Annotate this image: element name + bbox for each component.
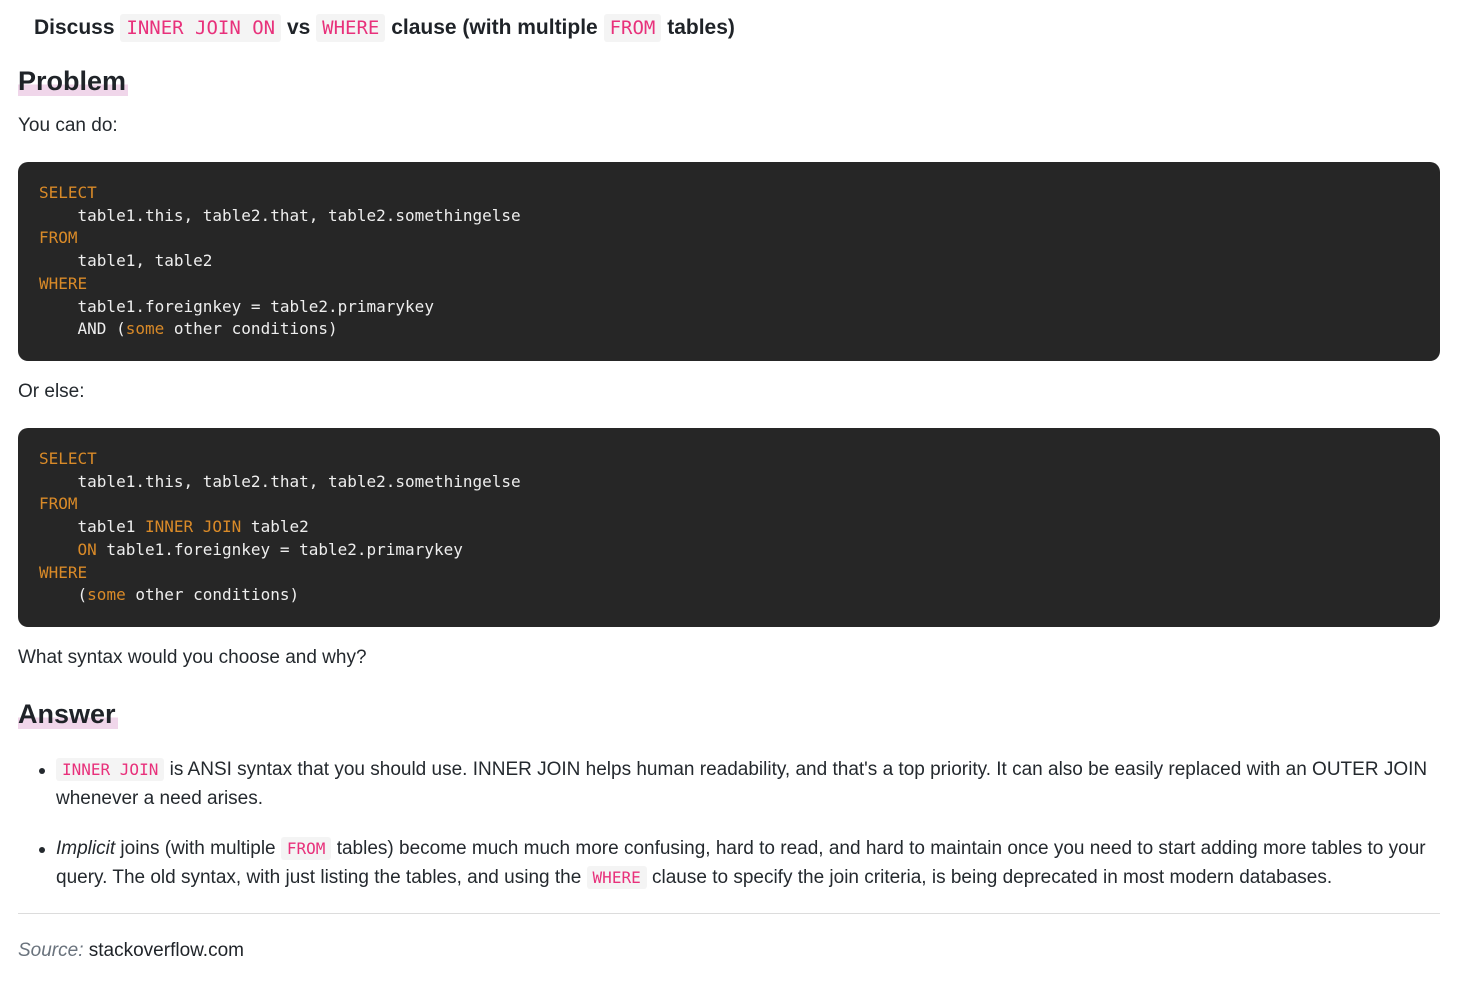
code-keyword: INNER JOIN [144,517,242,537]
inline-code: FROM [603,14,662,42]
or-else-text: Or else: [18,381,85,402]
code-line: table1.this, table2.that, table2.somethi… [39,205,521,225]
inline-code: FROM [280,837,332,860]
code-keyword: FROM [39,494,78,514]
code-line: table1.foreignkey = table2.primarykey [39,296,434,316]
list-item: INNER JOIN is ANSI syntax that you shoul… [18,756,1440,813]
code-line: table1.this, table2.that, table2.somethi… [39,471,521,491]
title-text: tables) [667,16,735,39]
problem-heading-text: Problem [18,66,129,96]
answer-list: INNER JOIN is ANSI syntax that you shoul… [18,756,1440,914]
code-line: table1, table2 [39,251,213,271]
code-block-implicit-join: SELECT table1.this, table2.that, table2.… [18,162,1440,361]
code-text: table1.foreignkey = table2.primarykey [96,539,463,559]
list-item: Implicit joins (with multiple FROM table… [18,835,1440,892]
problem-intro: You can do: [18,115,118,136]
inline-code: INNER JOIN ON [120,14,282,42]
code-keyword: WHERE [39,562,88,582]
answer-heading-text: Answer [18,699,118,729]
code-text: table1 [39,517,145,537]
title-text: clause (with multiple [391,16,598,39]
source-label: Source: [18,940,84,961]
question-text: What syntax would you choose and why? [18,647,367,668]
list-item-text: is ANSI syntax that you should use. INNE… [56,759,1428,809]
code-keyword: some [87,585,126,605]
code-keyword: some [125,319,165,339]
inline-code: INNER JOIN [56,758,165,781]
code-text: table2 [241,517,309,537]
code-keyword: ON [77,539,97,559]
code-text: other conditions) [164,319,338,339]
code-text: other conditions) [125,585,300,605]
list-item-text: joins (with multiple [115,838,281,859]
question-title: Discuss INNER JOIN ON vs WHERE clause (w… [34,12,735,44]
title-text: Discuss [34,16,115,39]
code-keyword: WHERE [39,273,88,293]
code-keyword: FROM [39,228,78,248]
list-item-text: clause to specify the join criteria, is … [646,866,1333,888]
emphasis-text: Implicit [56,838,116,859]
code-keyword: SELECT [39,183,97,202]
code-block-inner-join: SELECT table1.this, table2.that, table2.… [18,428,1440,627]
source-value: stackoverflow.com [88,940,244,961]
inline-code: WHERE [316,14,386,42]
divider [18,913,1440,914]
code-keyword: SELECT [39,449,97,468]
code-text: AND ( [39,319,126,339]
inline-code: WHERE [586,865,647,889]
code-text: ( [39,585,88,605]
source-line: Source: stackoverflow.com [18,938,244,964]
answer-heading: Answer [18,697,118,731]
problem-heading: Problem [18,64,129,98]
title-text: vs [286,16,311,39]
